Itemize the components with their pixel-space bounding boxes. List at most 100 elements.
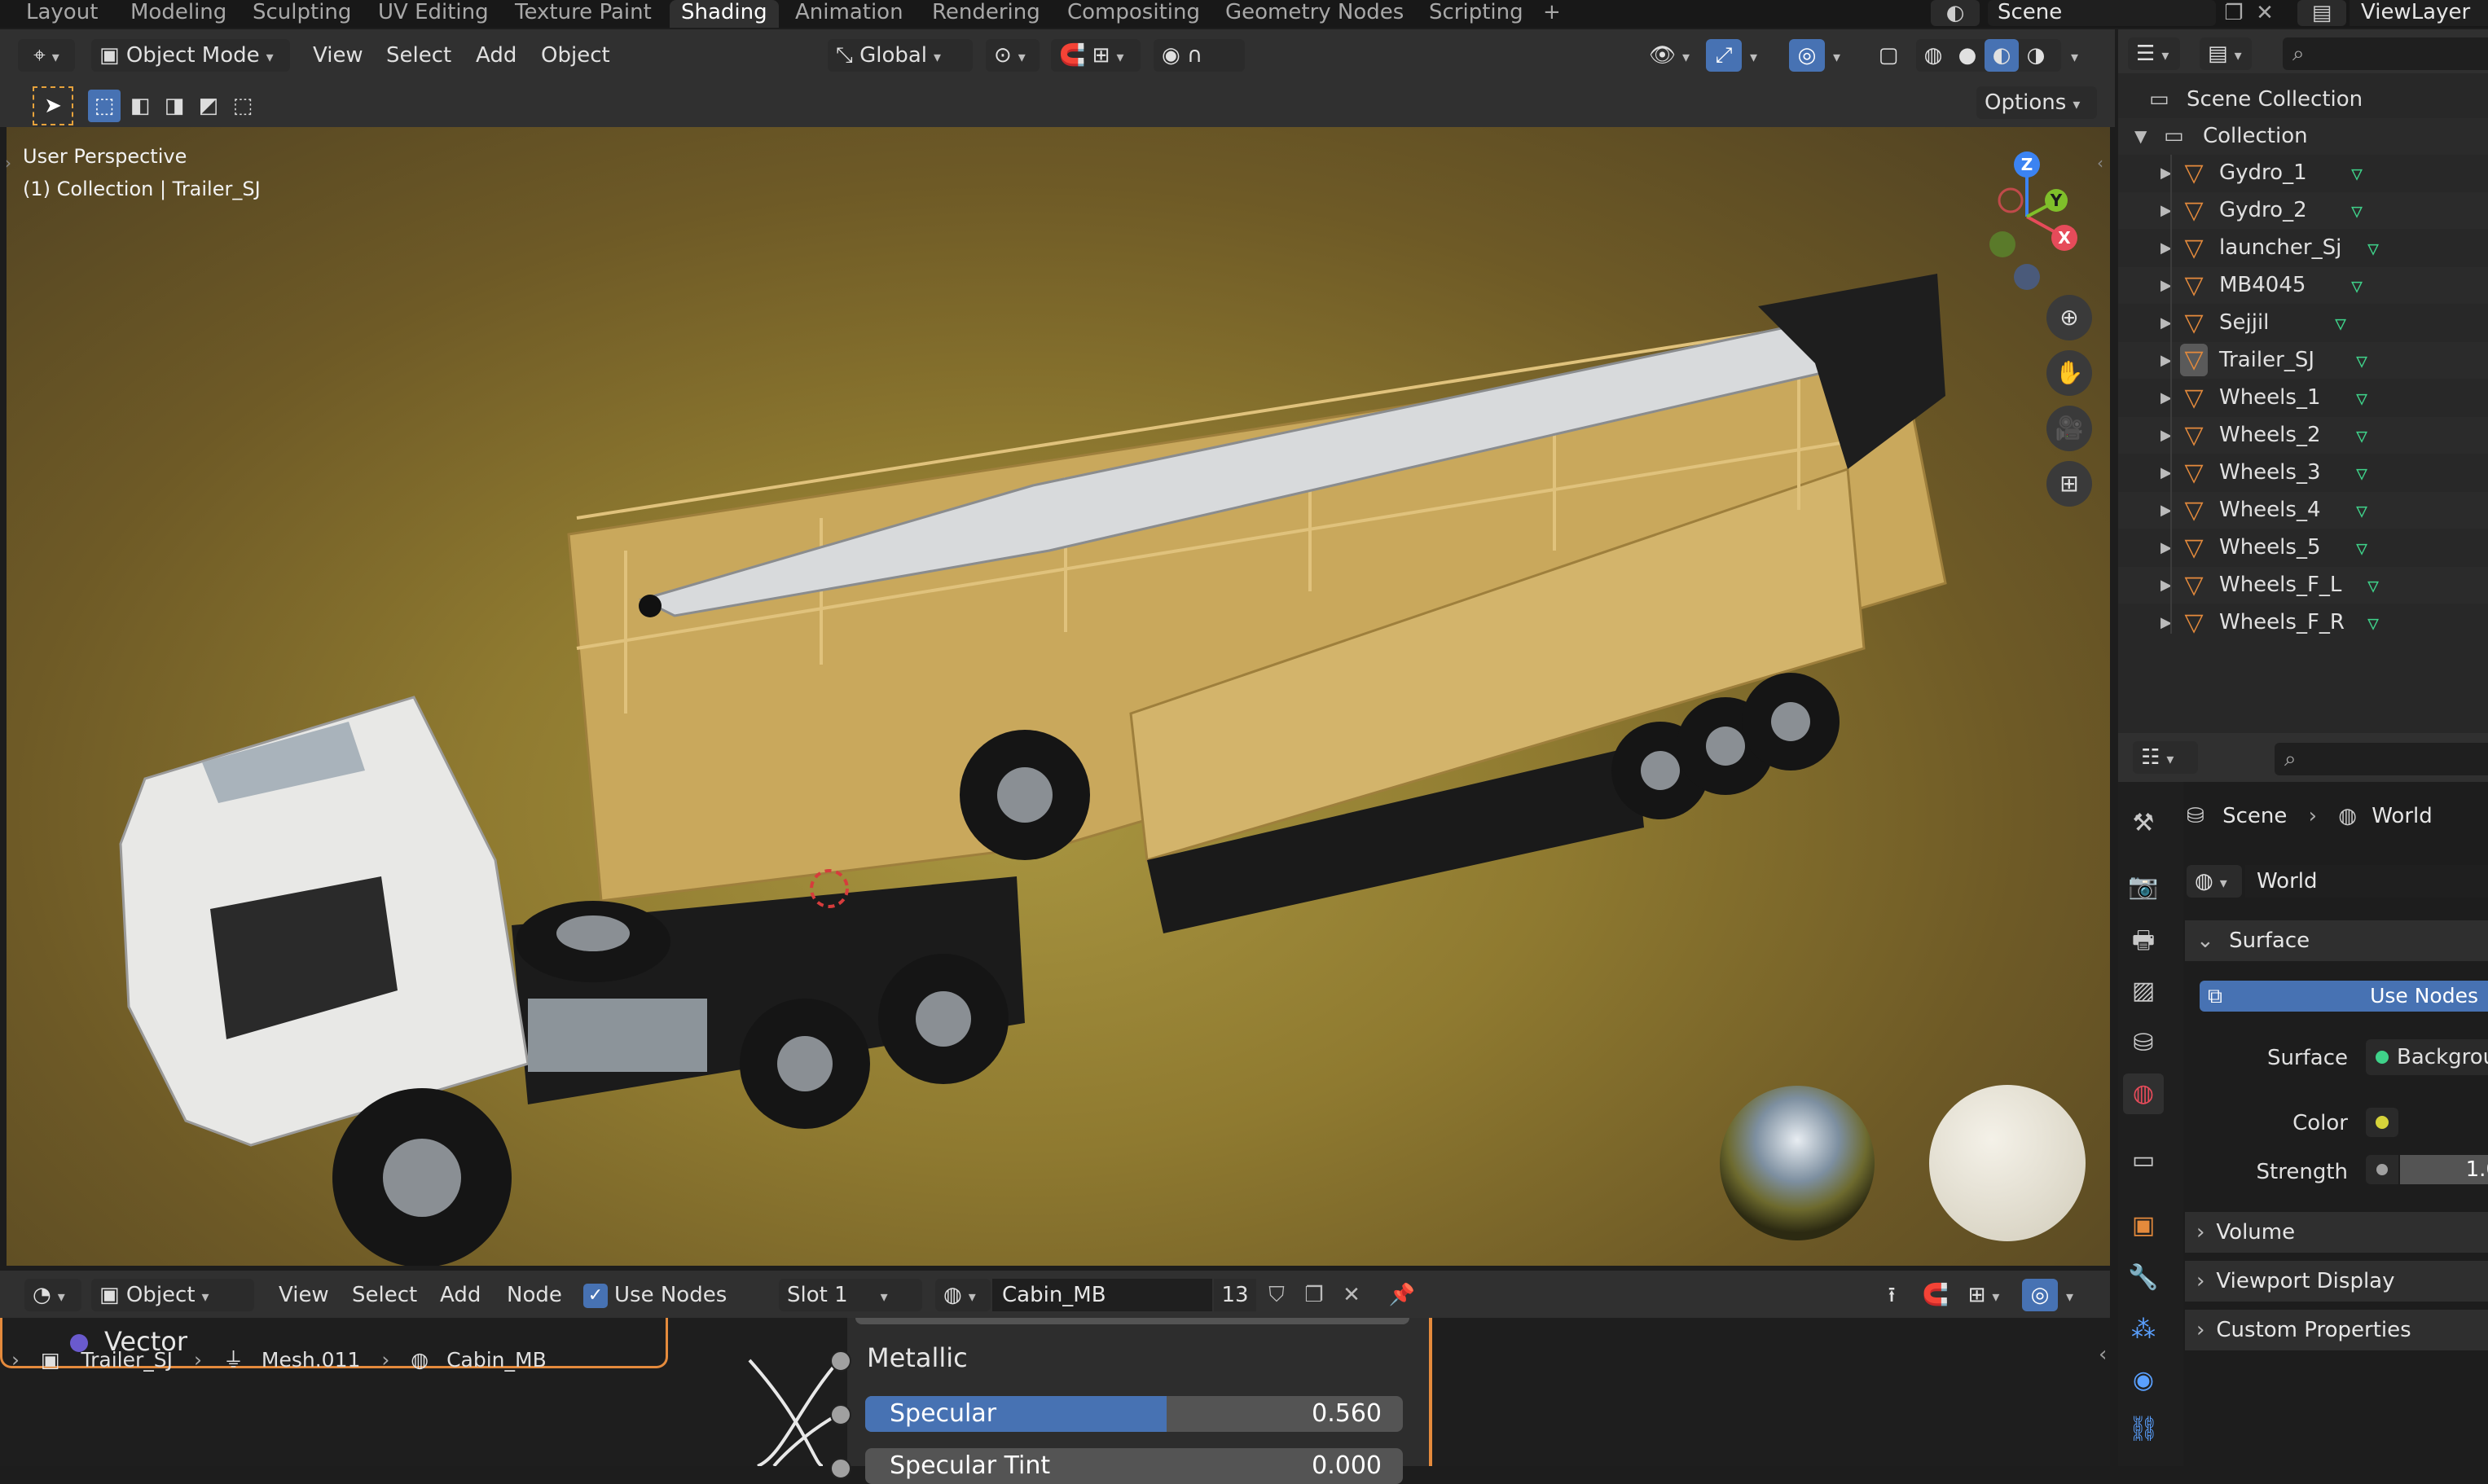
mesh-data-icon[interactable]: ▿ <box>2367 604 2379 641</box>
principled-bsdf-node[interactable] <box>847 1318 1429 1466</box>
toolbar-toggle-icon[interactable]: › <box>5 153 11 173</box>
mesh-data-icon[interactable]: ▿ <box>2351 155 2363 191</box>
node-menu-view[interactable]: View <box>279 1279 329 1311</box>
node-snap-target-icon[interactable]: ⊞ ▾ <box>1957 1279 2011 1311</box>
snap-toggle[interactable]: 🧲 ⊞ ▾ <box>1051 39 1141 72</box>
world-name-field[interactable]: World <box>2245 865 2488 898</box>
tool-tab-icon[interactable]: ⚒ <box>2123 803 2164 844</box>
mode-dropdown[interactable]: ▣ Object Mode ▾ <box>91 39 290 72</box>
tab-compositing[interactable]: Compositing <box>1056 0 1211 28</box>
world-tab-icon[interactable]: ◍ <box>2123 1073 2164 1114</box>
shader-type-dropdown[interactable]: ▣ Object ▾ <box>91 1279 254 1311</box>
physics-tab-icon[interactable]: ◉ <box>2123 1360 2164 1401</box>
tab-texture-paint[interactable]: Texture Paint <box>503 0 663 28</box>
outliner-search-input[interactable]: ⌕ <box>2283 37 2488 70</box>
overlay-dropdown[interactable]: ▾ <box>1826 39 1851 72</box>
tab-rendering[interactable]: Rendering <box>921 0 1052 28</box>
overlay-toggle-icon[interactable]: ◎ <box>1789 39 1825 72</box>
close-icon[interactable]: ✕ <box>2250 0 2279 26</box>
breadcrumb-mesh[interactable]: Mesh.011 <box>262 1348 360 1372</box>
fake-user-shield-icon[interactable]: ⛉ <box>1259 1279 1294 1311</box>
material-users-count[interactable]: 13 <box>1214 1279 1256 1311</box>
object-data-icon[interactable]: ▽ <box>2180 344 2208 376</box>
viewlayer-browse-icon[interactable]: ▤ <box>2297 0 2346 26</box>
options-dropdown[interactable]: Options ▾ <box>1976 86 2097 119</box>
proportional-edit-toggle[interactable]: ◉ ∩ <box>1154 39 1245 72</box>
node-snap-icon[interactable]: 🧲 <box>1918 1279 1954 1311</box>
mesh-data-icon[interactable]: ▿ <box>2356 492 2367 529</box>
particles-tab-icon[interactable]: ⁂ <box>2123 1310 2164 1350</box>
strength-socket-button[interactable] <box>2366 1155 2398 1184</box>
outliner-item[interactable]: ▶ ▽ Wheels_F_L ▿ <box>2118 567 2488 604</box>
material-name-field[interactable]: Cabin_MB <box>992 1279 1212 1311</box>
mesh-data-icon[interactable]: ▿ <box>2335 305 2346 341</box>
collection-row[interactable]: ▼ ▭ Collection <box>2118 118 2488 155</box>
breadcrumb-material[interactable]: Cabin_MB <box>446 1348 547 1372</box>
shader-node-editor[interactable]: Vector Metallic Specular 0.560 Specular … <box>0 1318 2110 1484</box>
object-data-icon[interactable]: ▽ <box>2180 305 2208 341</box>
outliner-item[interactable]: ▶ ▽ launcher_Sj ▿ <box>2118 230 2488 266</box>
custom-properties-panel-header[interactable]: › Custom Properties <box>2185 1310 2488 1350</box>
output-tab-icon[interactable]: 🖶 <box>2123 920 2164 961</box>
outliner-item[interactable]: ▶ ▽ Wheels_5 ▿ <box>2118 529 2488 566</box>
tab-geometry-nodes[interactable]: Geometry Nodes <box>1214 0 1415 28</box>
mesh-data-icon[interactable]: ▿ <box>2356 380 2367 416</box>
specular-tint-slider[interactable]: Specular Tint 0.000 <box>865 1448 1403 1484</box>
object-data-icon[interactable]: ▽ <box>2180 192 2208 229</box>
properties-editor-type-icon[interactable]: ☷ ▾ <box>2133 741 2198 774</box>
surface-panel-header[interactable]: ⌄ Surface <box>2185 920 2488 961</box>
mesh-data-icon[interactable]: ▿ <box>2351 267 2363 304</box>
object-data-icon[interactable]: ▽ <box>2180 230 2208 266</box>
pin-icon[interactable]: 📌 <box>1385 1279 1419 1311</box>
object-data-icon[interactable]: ▽ <box>2180 529 2208 566</box>
object-data-icon[interactable]: ▽ <box>2180 567 2208 604</box>
camera-view-icon[interactable]: 🎥 <box>2046 406 2092 451</box>
render-tab-icon[interactable]: 📷 <box>2123 867 2164 907</box>
outliner-item[interactable]: ▶ ▽ Trailer_SJ ▿ <box>2118 342 2488 379</box>
editor-type-icon[interactable]: ⌖ ▾ <box>18 39 75 72</box>
material-browse-icon[interactable]: ◍ ▾ <box>935 1279 991 1311</box>
view-layer-tab-icon[interactable]: ▨ <box>2123 971 2164 1012</box>
use-nodes-checkbox[interactable]: ✓ <box>583 1284 608 1308</box>
xray-icon[interactable]: ▢ <box>1870 39 1906 72</box>
scene-tab-icon[interactable]: ⛁ <box>2123 1023 2164 1064</box>
tab-shading[interactable]: Shading <box>670 0 779 28</box>
orientation-dropdown[interactable]: ⤡ Global ▾ <box>828 39 973 72</box>
tab-modeling[interactable]: Modeling <box>119 0 238 28</box>
duplicate-material-icon[interactable]: ❐ <box>1297 1279 1331 1311</box>
tab-scripting[interactable]: Scripting <box>1418 0 1535 28</box>
color-socket-button[interactable] <box>2366 1108 2398 1137</box>
world-browse-icon[interactable]: ◍ ▾ <box>2187 865 2242 898</box>
properties-search-input[interactable]: ⌕ <box>2275 743 2488 775</box>
mesh-data-icon[interactable]: ▿ <box>2367 567 2379 604</box>
menu-object[interactable]: Object <box>541 39 610 72</box>
outliner-editor-type-icon[interactable]: ☰ ▾ <box>2128 37 2180 70</box>
menu-add[interactable]: Add <box>476 39 517 72</box>
zoom-icon[interactable]: ⊕ <box>2046 295 2092 340</box>
select-box-icon[interactable]: ⬚ <box>88 90 121 122</box>
scene-browse-icon[interactable]: ◐ <box>1931 0 1980 26</box>
specular-socket-icon[interactable] <box>830 1404 851 1425</box>
parent-node-tree-icon[interactable]: ⭱ <box>1874 1279 1910 1311</box>
tab-animation[interactable]: Animation <box>784 0 915 28</box>
select-tool-icon[interactable]: ➤ <box>33 86 73 125</box>
volume-panel-header[interactable]: › Volume <box>2185 1212 2488 1253</box>
object-data-icon[interactable]: ▽ <box>2180 604 2208 641</box>
viewport-display-panel-header[interactable]: › Viewport Display <box>2185 1261 2488 1302</box>
new-scene-icon[interactable]: ❐ <box>2219 0 2248 26</box>
metallic-socket-icon[interactable] <box>830 1350 851 1372</box>
node-menu-select[interactable]: Select <box>352 1279 417 1311</box>
solid-shading-icon[interactable]: ● <box>1950 39 1985 72</box>
select-extend-icon[interactable]: ◧ <box>124 90 156 122</box>
outliner-item[interactable]: ▶ ▽ Gydro_1 ▿ <box>2118 155 2488 191</box>
tab-layout[interactable]: Layout <box>15 0 109 28</box>
mesh-data-icon[interactable]: ▿ <box>2351 192 2363 229</box>
outliner-item[interactable]: ▶ ▽ Wheels_4 ▿ <box>2118 492 2488 529</box>
specular-tint-socket-icon[interactable] <box>830 1458 851 1479</box>
tab-sculpting[interactable]: Sculpting <box>241 0 363 28</box>
breadcrumb-object[interactable]: Trailer_SJ <box>81 1348 174 1372</box>
pan-hand-icon[interactable]: ✋ <box>2046 350 2092 396</box>
strength-field[interactable]: 1.0 <box>2400 1155 2488 1184</box>
object-data-icon[interactable]: ▽ <box>2180 454 2208 491</box>
expand-arrow-icon[interactable]: ▼ <box>2134 118 2147 155</box>
